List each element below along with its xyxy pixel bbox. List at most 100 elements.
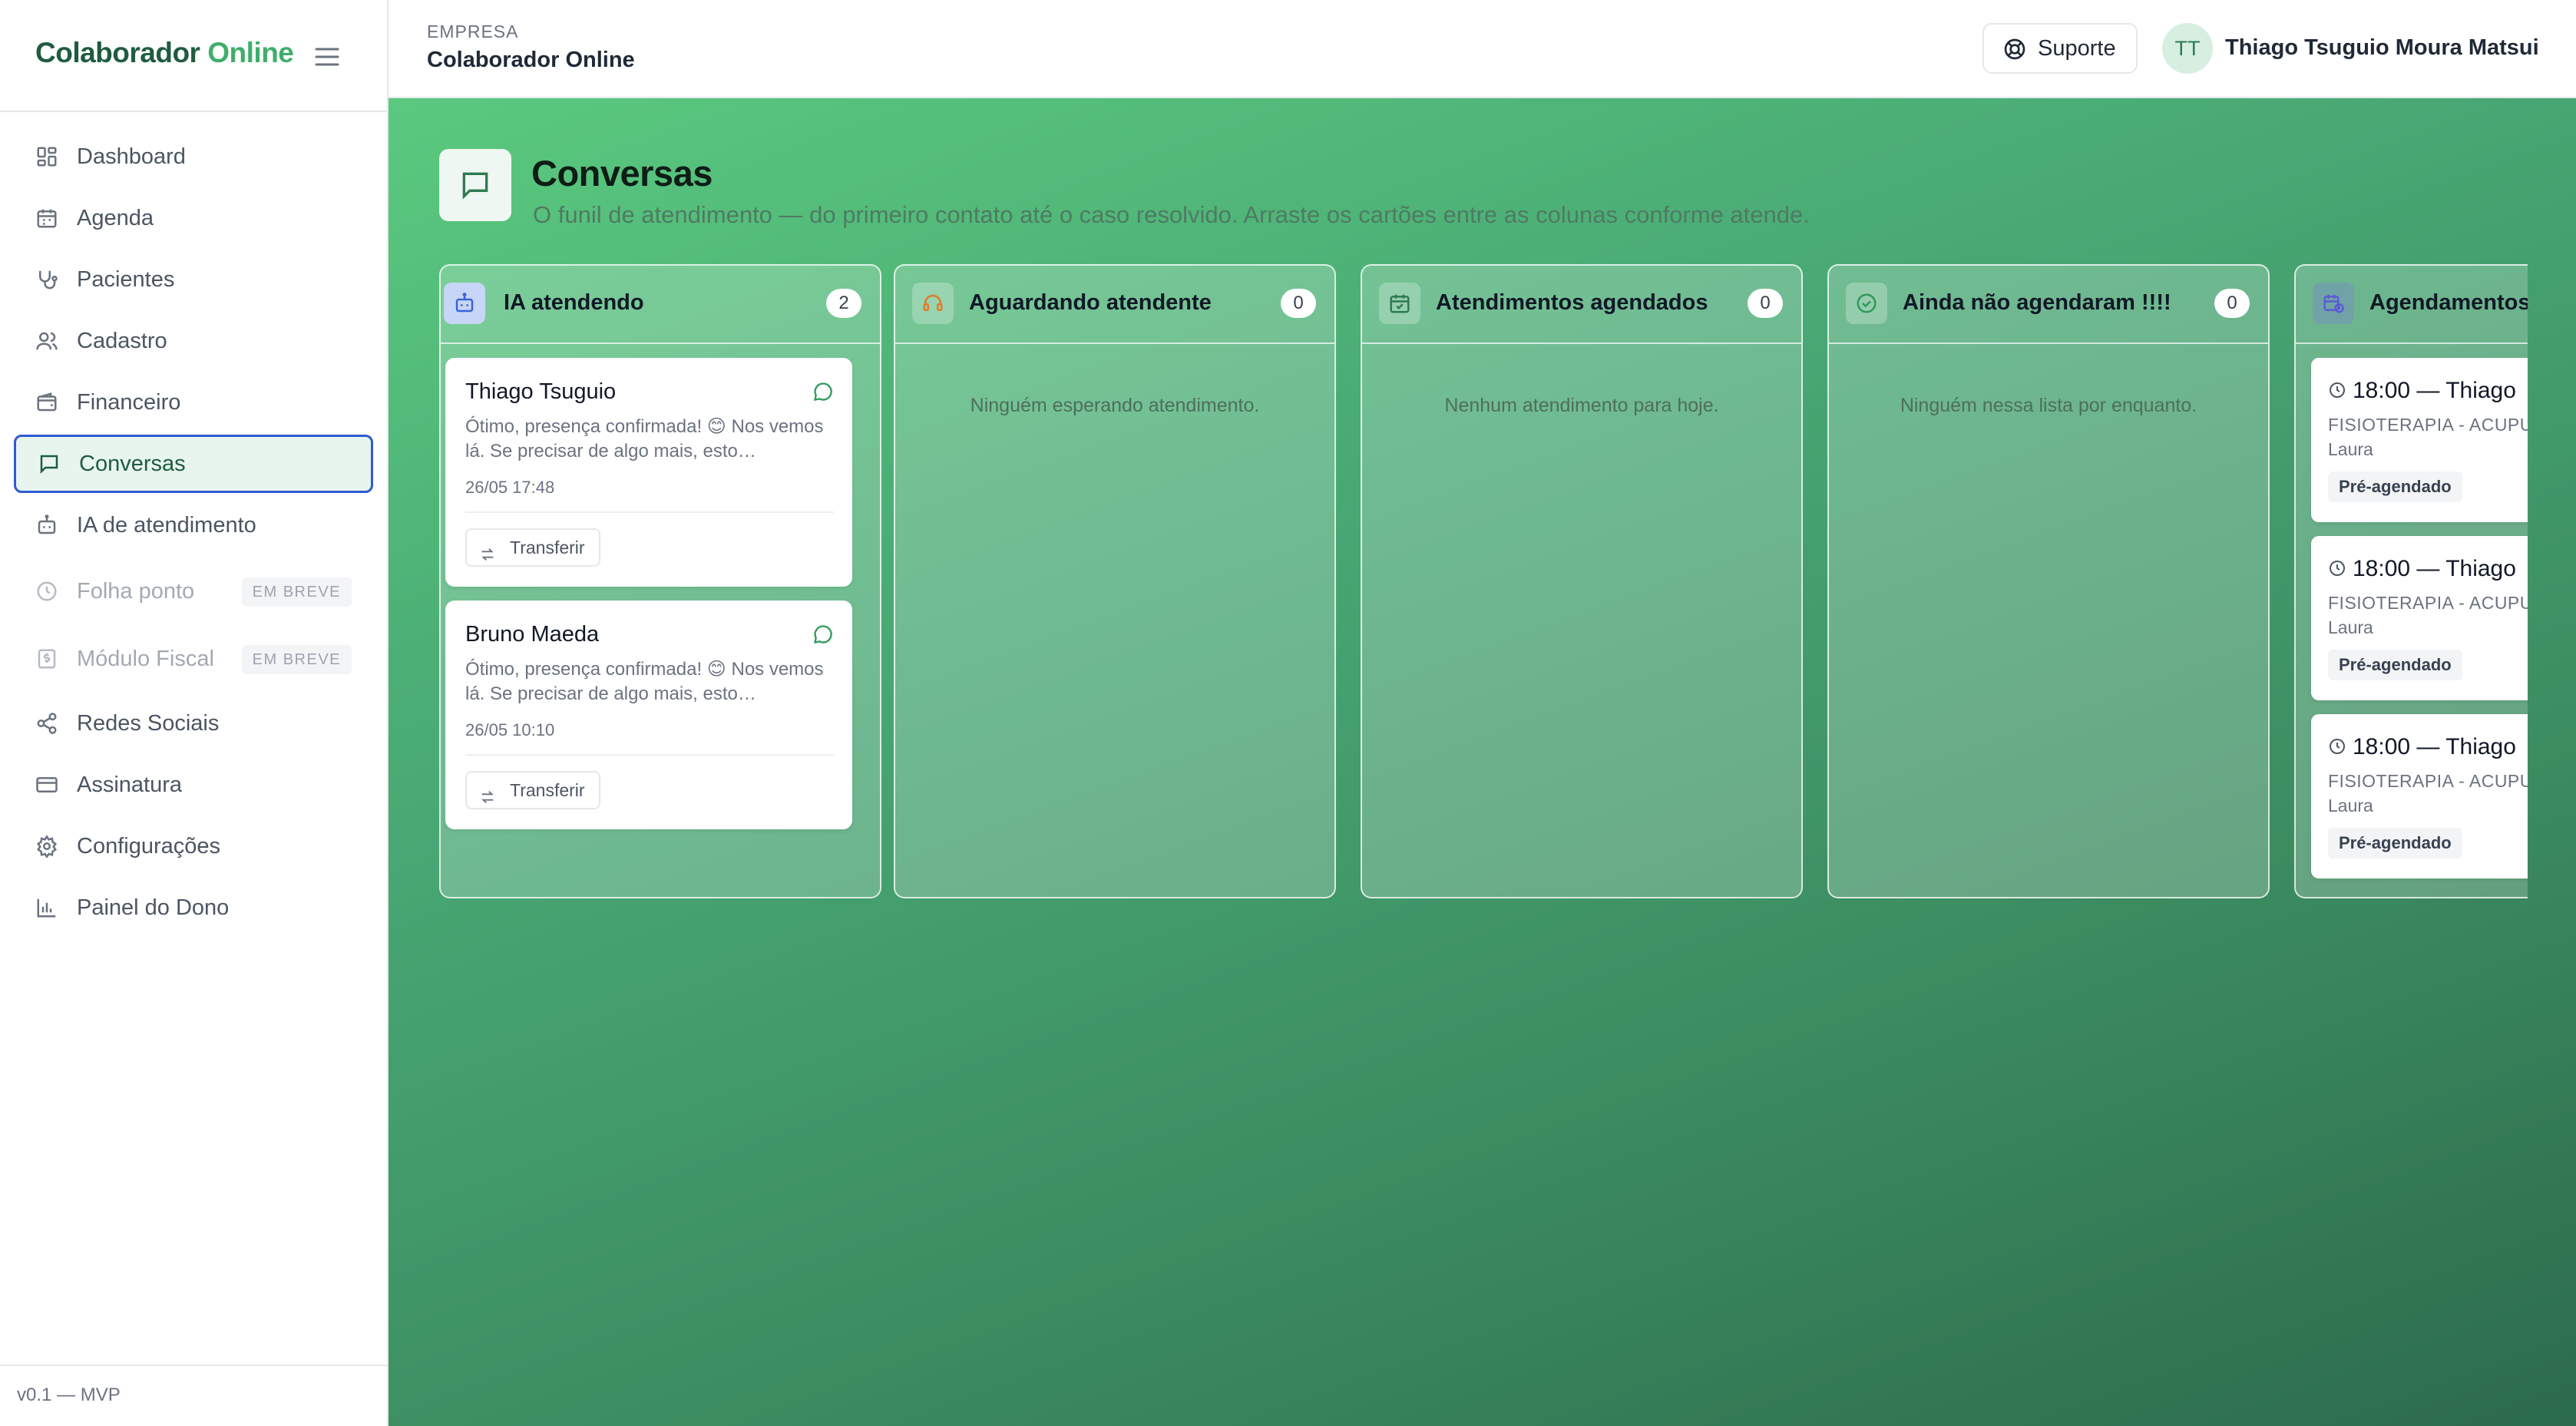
sidebar-item-label: Agenda (77, 205, 154, 230)
sidebar-item-redes-sociais[interactable]: Redes Sociais (14, 694, 373, 753)
sidebar-item-label: Pacientes (77, 266, 175, 292)
sidebar: Colaborador Online Dashboard Agenda Paci… (0, 0, 389, 1426)
check-circle-icon (1846, 283, 1887, 324)
transfer-button[interactable]: Transferir (465, 528, 600, 567)
column-title: Atendimentos agendados (1436, 290, 1708, 315)
sidebar-item-configuracoes[interactable]: Configurações (14, 817, 373, 875)
column-count: 0 (1281, 289, 1316, 318)
appointment-procedure: FISIOTERAPIA - ACUPU (2328, 415, 2528, 435)
conversation-card[interactable]: Thiago Tsuguio Ótimo, presença confirmad… (445, 358, 852, 587)
sidebar-item-folha-ponto: Folha ponto EM BREVE (14, 562, 373, 620)
menu-toggle-button[interactable] (309, 40, 346, 74)
clock-icon (2328, 559, 2346, 581)
kanban-board: IA atendendo 2 Thiago Tsuguio Ótimo, pre… (439, 264, 2528, 1032)
brand-accent: Online (207, 37, 294, 68)
chat-bubble-icon[interactable] (812, 624, 834, 649)
users-icon (34, 328, 60, 354)
clock-icon (2328, 737, 2346, 759)
calendar-clock-icon (2313, 283, 2354, 324)
calendar-icon (34, 205, 60, 231)
top-header: EMPRESA Colaborador Online Suporte TT Th… (389, 0, 2576, 98)
appointment-procedure: FISIOTERAPIA - ACUPU (2328, 771, 2528, 791)
appointment-time: 18:00 — Thiago (2353, 556, 2516, 581)
main-content: Conversas O funil de atendimento — do pr… (389, 98, 2576, 1426)
sidebar-item-label: Redes Sociais (77, 710, 220, 736)
sidebar-item-label: Cadastro (77, 328, 167, 353)
support-label: Suporte (2038, 35, 2116, 61)
page-title: Conversas (531, 153, 713, 194)
sidebar-item-dashboard[interactable]: Dashboard (14, 127, 373, 186)
appointment-card[interactable]: 18:00 — Thiago FISIOTERAPIA - ACUPU Laur… (2311, 358, 2528, 522)
conversation-card[interactable]: Bruno Maeda Ótimo, presença confirmada! … (445, 601, 852, 829)
appointment-professional: Laura (2328, 796, 2373, 816)
sidebar-item-label: Folha ponto (77, 578, 195, 604)
message-preview: Ótimo, presença confirmada! 😊 Nos vemos … (465, 659, 824, 704)
column-atendimentos-agendados[interactable]: Atendimentos agendados 0 Nenhum atendime… (1361, 264, 1803, 898)
sidebar-item-label: Configurações (77, 833, 220, 859)
bar-chart-icon (34, 895, 60, 921)
column-count: 0 (1748, 289, 1783, 318)
clock-icon (2328, 381, 2346, 403)
sidebar-item-label: Conversas (79, 451, 186, 476)
user-name[interactable]: Thiago Tsuguio Moura Matsui (2225, 35, 2539, 61)
column-header: Atendimentos agendados 0 (1362, 266, 1801, 344)
message-time: 26/05 17:48 (465, 478, 555, 497)
support-button[interactable]: Suporte (1982, 23, 2138, 74)
column-title: IA atendendo (504, 290, 644, 315)
divider (465, 511, 834, 513)
chat-bubble-icon[interactable] (812, 381, 834, 406)
sidebar-item-ia-atendimento[interactable]: IA de atendimento (14, 496, 373, 554)
appointment-professional: Laura (2328, 439, 2373, 459)
message-time: 26/05 10:10 (465, 720, 555, 739)
sidebar-item-conversas[interactable]: Conversas (14, 435, 373, 493)
contact-name: Thiago Tsuguio (465, 379, 617, 404)
appointment-card[interactable]: 18:00 — Thiago FISIOTERAPIA - ACUPU Laur… (2311, 714, 2528, 878)
sidebar-item-cadastro[interactable]: Cadastro (14, 312, 373, 370)
status-badge: Pré-agendado (2328, 650, 2462, 680)
sidebar-item-label: Dashboard (77, 144, 186, 169)
chat-icon (36, 451, 62, 477)
column-title: Aguardando atendente (969, 290, 1212, 315)
coming-soon-badge: EM BREVE (241, 645, 352, 674)
avatar[interactable]: TT (2162, 23, 2213, 74)
appointment-time: 18:00 — Thiago (2353, 734, 2516, 759)
empty-state: Ninguém esperando atendimento. (970, 395, 1260, 416)
brand-bar: Colaborador Online (0, 0, 387, 112)
column-ainda-nao-agendaram[interactable]: Ainda não agendaram !!!! 0 Ninguém nessa… (1827, 264, 2270, 898)
sidebar-item-painel-dono[interactable]: Painel do Dono (14, 878, 373, 937)
appointment-card[interactable]: 18:00 — Thiago FISIOTERAPIA - ACUPU Laur… (2311, 536, 2528, 700)
sidebar-item-pacientes[interactable]: Pacientes (14, 250, 373, 309)
sidebar-item-financeiro[interactable]: Financeiro (14, 373, 373, 432)
divider (465, 754, 834, 756)
column-title: Agendamentos (2369, 290, 2528, 315)
credit-card-icon (34, 772, 60, 798)
transfer-button[interactable]: Transferir (465, 771, 600, 809)
sidebar-item-agenda[interactable]: Agenda (14, 189, 373, 247)
sidebar-item-label: Assinatura (77, 772, 183, 797)
share-icon (34, 710, 60, 736)
version-label: v0.1 — MVP (17, 1385, 121, 1405)
column-agendamentos[interactable]: Agendamentos 18:00 — Thiago FISIOTERAPIA… (2294, 264, 2528, 898)
column-aguardando-atendente[interactable]: Aguardando atendente 0 Ninguém esperando… (894, 264, 1336, 898)
transfer-label: Transferir (510, 780, 585, 800)
appointment-time: 18:00 — Thiago (2353, 378, 2516, 403)
clock-icon (34, 578, 60, 604)
column-title: Ainda não agendaram !!!! (1903, 290, 2171, 315)
column-ia-atendendo[interactable]: IA atendendo 2 Thiago Tsuguio Ótimo, pre… (439, 264, 881, 898)
sidebar-item-assinatura[interactable]: Assinatura (14, 756, 373, 814)
sidebar-item-modulo-fiscal: Módulo Fiscal EM BREVE (14, 630, 373, 688)
column-count: 0 (2214, 289, 2250, 318)
company-label: EMPRESA (427, 22, 519, 41)
column-header: Agendamentos (2296, 266, 2528, 344)
company-name: Colaborador Online (427, 48, 635, 72)
brand-logo[interactable]: Colaborador Online (35, 37, 294, 69)
dollar-doc-icon (34, 646, 60, 672)
empty-state: Nenhum atendimento para hoje. (1444, 395, 1719, 416)
sidebar-item-label: Módulo Fiscal (77, 646, 214, 671)
brand-name: Colaborador (35, 37, 200, 68)
column-header: IA atendendo 2 (441, 266, 880, 344)
sidebar-footer: v0.1 — MVP (0, 1365, 387, 1426)
headset-icon (912, 283, 954, 324)
dashboard-icon (34, 144, 60, 170)
sidebar-item-label: IA de atendimento (77, 512, 256, 538)
